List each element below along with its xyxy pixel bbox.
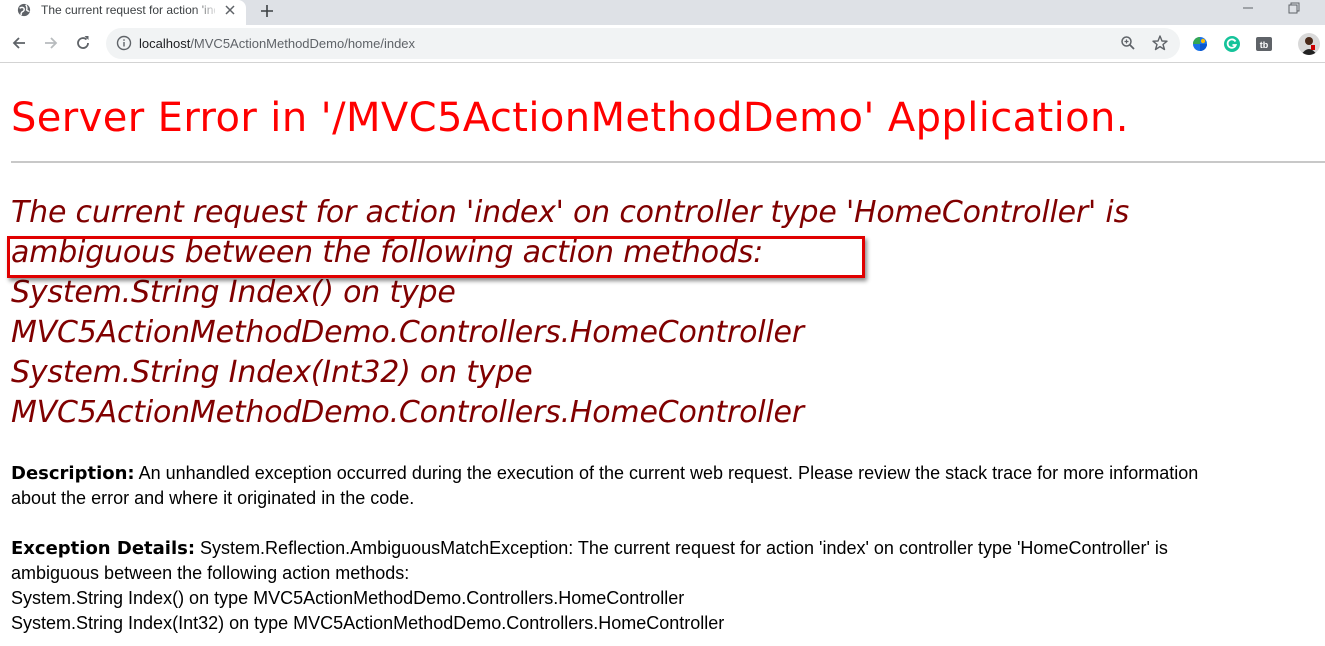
tab-strip: The current request for action 'index' o… — [0, 0, 1325, 25]
back-arrow-icon[interactable] — [10, 34, 28, 52]
restore-icon[interactable] — [1286, 0, 1302, 16]
page-content: Server Error in '/MVC5ActionMethodDemo' … — [0, 63, 1325, 646]
tab-title-fade — [195, 0, 219, 20]
error-line: System.String Index(Int32) on type — [11, 355, 533, 390]
exception-text: System.Reflection.AmbiguousMatchExceptio… — [195, 538, 1168, 558]
close-icon[interactable] — [223, 3, 237, 17]
browser-tab[interactable]: The current request for action 'index' o… — [0, 0, 246, 25]
forward-arrow-icon[interactable] — [42, 34, 60, 52]
description-line: about the error and where it originated … — [11, 488, 415, 508]
description-label: Description: — [11, 463, 135, 484]
info-icon[interactable] — [116, 35, 132, 51]
exception-line: ambiguous between the following action m… — [11, 563, 410, 583]
tb-extension-icon[interactable]: tb — [1255, 35, 1273, 53]
exception-label: Exception Details: — [11, 538, 196, 559]
description-section: Description: An unhandled exception occu… — [11, 461, 1316, 511]
error-line: ambiguous between the following action m… — [11, 235, 764, 270]
error-line: System.String Index() on type — [11, 275, 456, 310]
reload-icon[interactable] — [74, 34, 92, 52]
url-text[interactable]: localhost/MVC5ActionMethodDemo/home/inde… — [139, 36, 415, 51]
exception-details-section: Exception Details: System.Reflection.Amb… — [11, 536, 1316, 636]
error-line: MVC5ActionMethodDemo.Controllers.HomeCon… — [11, 395, 804, 430]
divider — [11, 161, 1325, 163]
plus-icon[interactable] — [258, 2, 276, 20]
error-message: The current request for action 'index' o… — [11, 193, 1311, 433]
error-line: MVC5ActionMethodDemo.Controllers.HomeCon… — [11, 315, 804, 350]
error-line: The current request for action 'index' o… — [11, 195, 1129, 230]
description-line: Description: An unhandled exception occu… — [11, 461, 1316, 486]
grammarly-icon[interactable] — [1223, 35, 1241, 53]
profile-picture — [1298, 33, 1320, 55]
tab-title: The current request for action 'index' o… — [41, 3, 215, 17]
svg-text:tb: tb — [1260, 40, 1269, 50]
zoom-icon[interactable] — [1120, 35, 1136, 51]
url-path: /MVC5ActionMethodDemo/home/index — [190, 36, 416, 51]
address-bar[interactable]: localhost/MVC5ActionMethodDemo/home/inde… — [106, 28, 1180, 59]
url-host: localhost — [139, 36, 191, 51]
minimize-icon[interactable] — [1240, 0, 1256, 16]
page-title: Server Error in '/MVC5ActionMethodDemo' … — [11, 95, 1129, 141]
exception-line: Exception Details: System.Reflection.Amb… — [11, 536, 1316, 561]
globe-icon — [17, 3, 31, 17]
description-text: An unhandled exception occurred during t… — [134, 463, 1199, 483]
exception-line: System.String Index(Int32) on type MVC5A… — [11, 613, 725, 633]
avatar[interactable] — [1298, 33, 1320, 55]
star-icon[interactable] — [1151, 34, 1169, 52]
exception-line: System.String Index() on type MVC5Action… — [11, 588, 685, 608]
colorful-ball-extension-icon[interactable] — [1191, 35, 1209, 53]
browser-toolbar: localhost/MVC5ActionMethodDemo/home/inde… — [0, 25, 1325, 63]
